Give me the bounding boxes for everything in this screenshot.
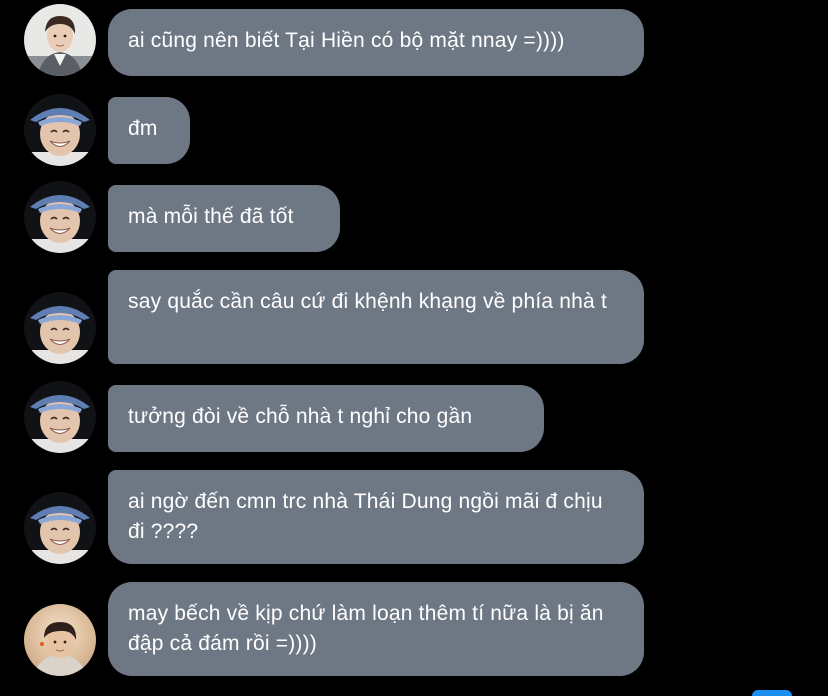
message-bubble[interactable]: say quắc cần câu cứ đi khệnh khạng về ph… — [108, 270, 644, 364]
message-text: tưởng đòi về chỗ nhà t nghỉ cho gần — [128, 405, 473, 428]
bucket-hat-smile-icon — [24, 292, 96, 364]
avatar[interactable] — [24, 292, 96, 364]
message-text: đm — [128, 117, 158, 140]
message-bubble[interactable]: đm — [108, 97, 190, 164]
bucket-hat-smile-icon — [24, 94, 96, 166]
message-text: say quắc cần câu cứ đi khệnh khạng về ph… — [128, 290, 607, 313]
boy-warm-light-icon — [24, 604, 96, 676]
message-bubble[interactable]: tưởng đòi về chỗ nhà t nghỉ cho gần — [108, 385, 544, 452]
message-bubble[interactable]: mà mỗi thế đã tốt — [108, 185, 340, 252]
message-text: may bếch về kịp chứ làm loạn thêm tí nữa… — [128, 602, 604, 655]
avatar[interactable] — [24, 181, 96, 253]
avatar[interactable] — [24, 381, 96, 453]
boy-gray-shirt-icon — [24, 4, 96, 76]
avatar[interactable] — [24, 4, 96, 76]
message-text: mà mỗi thế đã tốt — [128, 205, 294, 228]
bucket-hat-smile-icon — [24, 181, 96, 253]
message-bubble[interactable]: ai cũng nên biết Tại Hiền có bộ mặt nnay… — [108, 9, 644, 76]
bucket-hat-smile-icon — [24, 492, 96, 564]
message-text: ai ngờ đến cmn trc nhà Thái Dung ngồi mã… — [128, 490, 603, 543]
scroll-indicator[interactable] — [752, 690, 792, 696]
chat-thread: ai cũng nên biết Tại Hiền có bộ mặt nnay… — [0, 0, 828, 696]
avatar[interactable] — [24, 492, 96, 564]
message-bubble[interactable]: ai ngờ đến cmn trc nhà Thái Dung ngồi mã… — [108, 470, 644, 564]
avatar[interactable] — [24, 604, 96, 676]
message-bubble[interactable]: may bếch về kịp chứ làm loạn thêm tí nữa… — [108, 582, 644, 676]
bucket-hat-smile-icon — [24, 381, 96, 453]
message-text: ai cũng nên biết Tại Hiền có bộ mặt nnay… — [128, 29, 565, 52]
avatar[interactable] — [24, 94, 96, 166]
